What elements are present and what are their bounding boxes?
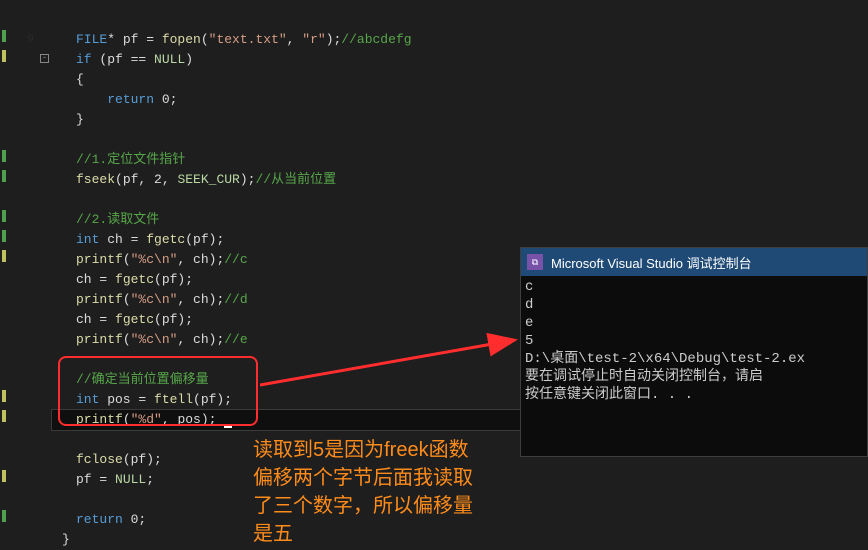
code-line [52,130,868,150]
code-line: { [52,70,868,90]
fold-minus-icon[interactable]: - [40,54,49,63]
annotation-line: 偏移两个字节后面我读取 [253,464,473,492]
code-line: fseek(pf, 2, SEEK_CUR);//从当前位置 [52,170,868,190]
console-line: 5 [525,332,863,350]
console-line: 按任意键关闭此窗口. . . [525,386,863,404]
fold-column: - [38,0,52,548]
code-line: } [52,110,868,130]
console-line: 要在调试停止时自动关闭控制台，请启 [525,368,863,386]
marker-column [0,0,10,548]
console-output: c d e 5 D:\桌面\test-2\x64\Debug\test-2.ex… [521,276,867,406]
vs-app-icon: ⧉ [527,254,543,270]
console-line: e [525,314,863,332]
annotation-line: 了三个数字，所以偏移量 [253,492,473,520]
code-line: //2.读取文件 [52,210,868,230]
debug-console-window[interactable]: ⧉ Microsoft Visual Studio 调试控制台 c d e 5 … [520,247,868,457]
console-line: d [525,296,863,314]
caret-icon [224,426,232,428]
console-line: c [525,278,863,296]
console-line: D:\桌面\test-2\x64\Debug\test-2.ex [525,350,863,368]
annotation-line: 是五 [253,520,473,548]
annotation-text: 读取到5是因为freek函数 偏移两个字节后面我读取 了三个数字，所以偏移量 是… [253,436,473,548]
code-line: //1.定位文件指针 [52,150,868,170]
code-line: return 0; [52,90,868,110]
console-titlebar[interactable]: ⧉ Microsoft Visual Studio 调试控制台 [521,248,867,276]
code-line: if (pf == NULL) [52,50,868,70]
code-line: FILE* pf = fopen("text.txt", "r");//abcd… [52,30,868,50]
code-line [52,190,868,210]
line-number-gutter: 9 [10,0,38,548]
annotation-line: 读取到5是因为freek函数 [253,436,473,464]
console-title-text: Microsoft Visual Studio 调试控制台 [551,253,752,272]
